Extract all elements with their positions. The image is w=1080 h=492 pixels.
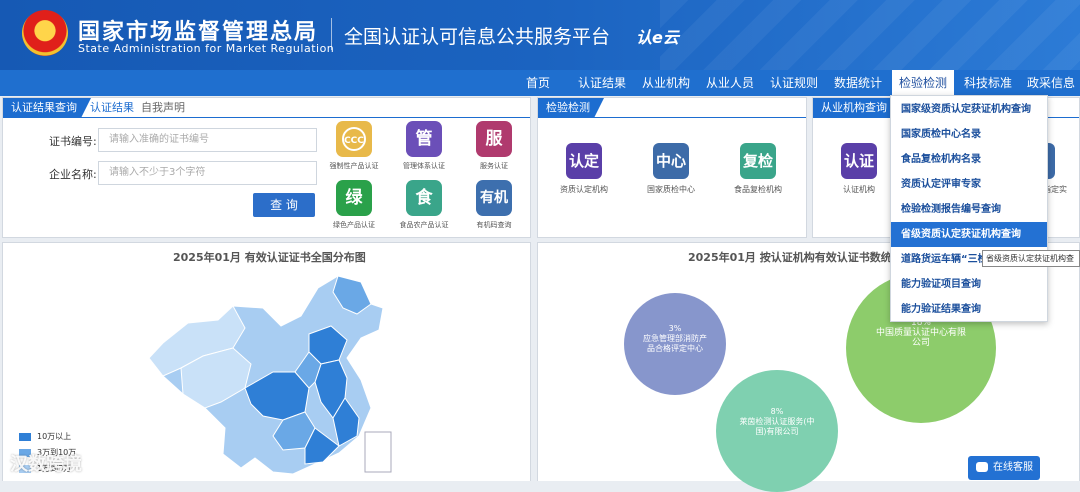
site-header: 国家市场监督管理总局 State Administration for Mark… [0,0,1080,70]
inspection-panel: 检验检测 认定 资质认定机构 中心 国家质检中心 复检 食品复检机构 [537,97,807,238]
nav-orgs[interactable]: 从业机构 [636,70,696,96]
cert-type-label: 食品农产品认证 [399,221,449,229]
cert-type-label: 绿色产品认证 [333,221,375,229]
bubble-2[interactable]: 8% 莱茵检测认证服务(中国)有限公司 [716,370,838,492]
watermark: 汉数跨境 [10,454,82,475]
cert-type-food[interactable]: 食 食品农产品认证 [396,180,452,230]
dd-national-qualified-orgs[interactable]: 国家级资质认定获证机构查询 [891,97,1047,122]
main-nav: 首页 认证结果 从业机构 从业人员 认证规则 数据统计 检验检测 科技标准 政采… [0,70,1080,96]
legend-item[interactable]: 10万以上 [19,431,71,442]
cert-type-ccc[interactable]: CCC 强制性产品认证 [326,121,382,171]
nav-statistics[interactable]: 数据统计 [828,70,888,96]
tab-org-query[interactable]: 从业机构查询 [813,98,901,118]
map-panel: 2025年01月 有效认证证书全国分布图 10万以上 3万到10万 1万到3万 [2,242,531,481]
online-service-button[interactable]: 在线客服 [968,456,1040,480]
bubble-chart-title: 2025年01月 按认证机构有效认证书数统计 [688,251,903,264]
cert-type-service[interactable]: 服 服务认证 [466,121,522,171]
dd-provincial-qualified-orgs[interactable]: 省级资质认定获证机构查询 [891,222,1047,247]
dd-report-number-query[interactable]: 检验检测报告编号查询 [891,197,1047,222]
fujian-icon: 复检 [740,143,776,179]
cert-no-input[interactable]: 请输入准确的证书编号 [98,128,317,152]
svc-food-retest[interactable]: 复检 食品复检机构 [718,143,798,195]
south-sea-inset [364,431,392,473]
dd-proficiency-projects[interactable]: 能力验证项目查询 [891,272,1047,297]
bubble-percent: 3% [668,323,682,333]
company-input[interactable]: 请输入不少于3个字符 [98,161,317,185]
company-label: 企业名称: [49,168,97,181]
dd-proficiency-results[interactable]: 能力验证结果查询 [891,297,1047,322]
nav-home[interactable]: 首页 [516,70,560,96]
lv-icon: 绿 [336,180,372,216]
cert-type-label: 有机码查询 [476,221,512,229]
china-map[interactable] [133,268,403,482]
dd-review-experts[interactable]: 资质认定评审专家 [891,172,1047,197]
svc-label: 资质认定机构 [560,185,608,194]
svc-label: 认证机构 [843,185,875,194]
svc-label: 国家质检中心 [647,185,695,194]
national-emblem-icon [22,10,68,56]
bubble-1[interactable]: 3% 应急管理部消防产品合格评定中心 [624,293,726,395]
tab-underline [3,117,530,118]
platform-title[interactable]: 全国认证认可信息公共服务平台 [344,22,610,49]
cert-query-panel: 认证结果查询 认证结果 自我声明 证书编号: 请输入准确的证书编号 企业名称: … [2,97,531,238]
tab-inspection[interactable]: 检验检测 [538,98,604,118]
bubble-label: 18% 中国质量认证中心有限公司 [873,318,969,348]
legend-swatch [19,432,31,441]
bubble-name: 莱茵检测认证服务(中国)有限公司 [739,416,815,436]
rending-icon: 认定 [566,143,602,179]
chat-icon [976,462,988,472]
org-name-en: State Administration for Market Regulati… [78,42,335,55]
inspection-dropdown-menu: 国家级资质认定获证机构查询 国家质检中心名录 食品复检机构名录 资质认定评审专家… [890,95,1048,322]
bubble-percent: 8% [770,406,784,416]
guan-icon: 管 [406,121,442,157]
bubble-name: 中国质量认证中心有限公司 [875,328,966,348]
cert-type-label: 管理体系认证 [403,162,445,170]
dd-national-centers[interactable]: 国家质检中心名录 [891,122,1047,147]
header-divider [331,18,332,50]
tab-self-declaration[interactable]: 自我声明 [141,98,185,118]
dd-food-retest-orgs[interactable]: 食品复检机构名录 [891,147,1047,172]
svc-label: 食品复检机构 [734,185,782,194]
tab-cert-results[interactable]: 认证结果 [90,98,134,118]
nav-personnel[interactable]: 从业人员 [700,70,760,96]
svg-text:CCC: CCC [344,136,364,146]
query-button[interactable]: 查 询 [253,193,315,217]
renzheng-icon: 认证 [841,143,877,179]
legend-label: 10万以上 [37,432,72,441]
cert-type-label: 强制性产品认证 [329,162,379,170]
svc-cert-orgs[interactable]: 认证 认证机构 [819,143,899,195]
zhongxin-icon: 中心 [653,143,689,179]
svc-qualification[interactable]: 认定 资质认定机构 [544,143,624,195]
cert-type-label: 服务认证 [480,162,508,170]
cert-type-organic[interactable]: 有机 有机码查询 [466,180,522,230]
svc-national-center[interactable]: 中心 国家质检中心 [631,143,711,195]
youji-icon: 有机 [476,180,512,216]
platform-logo: 认e云 [636,28,679,47]
cert-type-management[interactable]: 管 管理体系认证 [396,121,452,171]
bubble-name: 应急管理部消防产品合格评定中心 [643,333,707,353]
fu-icon: 服 [476,121,512,157]
nav-inspection[interactable]: 检验检测 [892,70,954,96]
nav-cert-rules[interactable]: 认证规则 [764,70,824,96]
tooltip: 省级资质认定获证机构查 [982,250,1080,267]
nav-standards[interactable]: 科技标准 [958,70,1018,96]
nav-cert-results[interactable]: 认证结果 [572,70,632,96]
bubble-label: 8% 莱茵检测认证服务(中国)有限公司 [738,407,816,437]
ccc-icon: CCC [336,121,372,157]
shi-icon: 食 [406,180,442,216]
online-service-label: 在线客服 [993,462,1033,473]
cert-no-label: 证书编号: [49,135,97,148]
nav-procurement[interactable]: 政采信息 [1022,70,1080,96]
tab-cert-query[interactable]: 认证结果查询 [3,98,91,118]
bubble-label: 3% 应急管理部消防产品合格评定中心 [642,324,707,354]
cert-type-green[interactable]: 绿 绿色产品认证 [326,180,382,230]
map-title: 2025年01月 有效认证证书全国分布图 [173,251,366,264]
